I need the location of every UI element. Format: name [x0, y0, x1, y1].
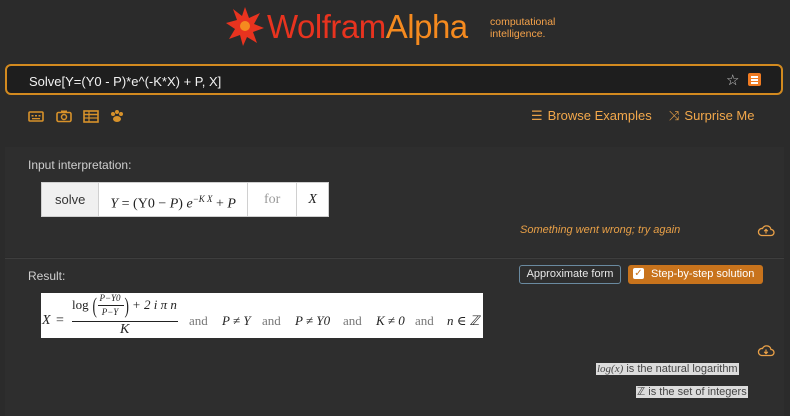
- search-input[interactable]: [29, 72, 629, 90]
- keyboard-icon[interactable]: [28, 109, 44, 123]
- error-message: Something went wrong; try again: [520, 224, 681, 236]
- note-natural-log: log(x) is the natural logarithm: [596, 363, 739, 375]
- result-formula: X = log ( P−Y0 P−Y ) + 2 i π n K and P ≠…: [41, 293, 483, 338]
- logo-wordmark: WolframAlpha: [267, 8, 468, 45]
- menu-icon: ☰: [531, 108, 543, 123]
- interp-for: for: [248, 183, 298, 216]
- camera-icon[interactable]: [56, 109, 72, 123]
- result-title: Result:: [28, 269, 66, 283]
- logo-star-icon: [226, 7, 264, 46]
- input-interpretation-title: Input interpretation:: [28, 158, 132, 172]
- step-by-step-button[interactable]: ✓ Step-by-step solution: [628, 265, 763, 284]
- note-integers: ℤ is the set of integers: [636, 386, 748, 398]
- interp-equation: Y = (Y0 − P) e−K X + P: [99, 183, 248, 216]
- table-icon[interactable]: [83, 109, 99, 123]
- approximate-form-button[interactable]: Approximate form: [519, 265, 621, 284]
- checkmark-icon: ✓: [633, 268, 644, 279]
- wolframalpha-logo[interactable]: WolframAlpha computational intelligence.: [225, 6, 565, 46]
- logo-tagline: computational intelligence.: [490, 16, 556, 40]
- interp-command: solve: [42, 183, 100, 216]
- cloud-download-icon[interactable]: [757, 344, 775, 357]
- cloud-upload-icon[interactable]: [757, 224, 775, 237]
- interp-variable: X: [308, 192, 317, 207]
- submit-icon[interactable]: [748, 73, 761, 86]
- browse-examples-link[interactable]: ☰ Browse Examples: [531, 108, 652, 124]
- shuffle-icon: ⤨: [669, 108, 680, 123]
- surprise-me-link[interactable]: ⤨ Surprise Me: [669, 108, 754, 124]
- paw-icon[interactable]: [109, 109, 125, 123]
- input-interpretation-table: solve Y = (Y0 − P) e−K X + P for X: [41, 182, 329, 217]
- search-bar: ☆: [5, 64, 783, 95]
- star-icon[interactable]: ☆: [726, 71, 739, 89]
